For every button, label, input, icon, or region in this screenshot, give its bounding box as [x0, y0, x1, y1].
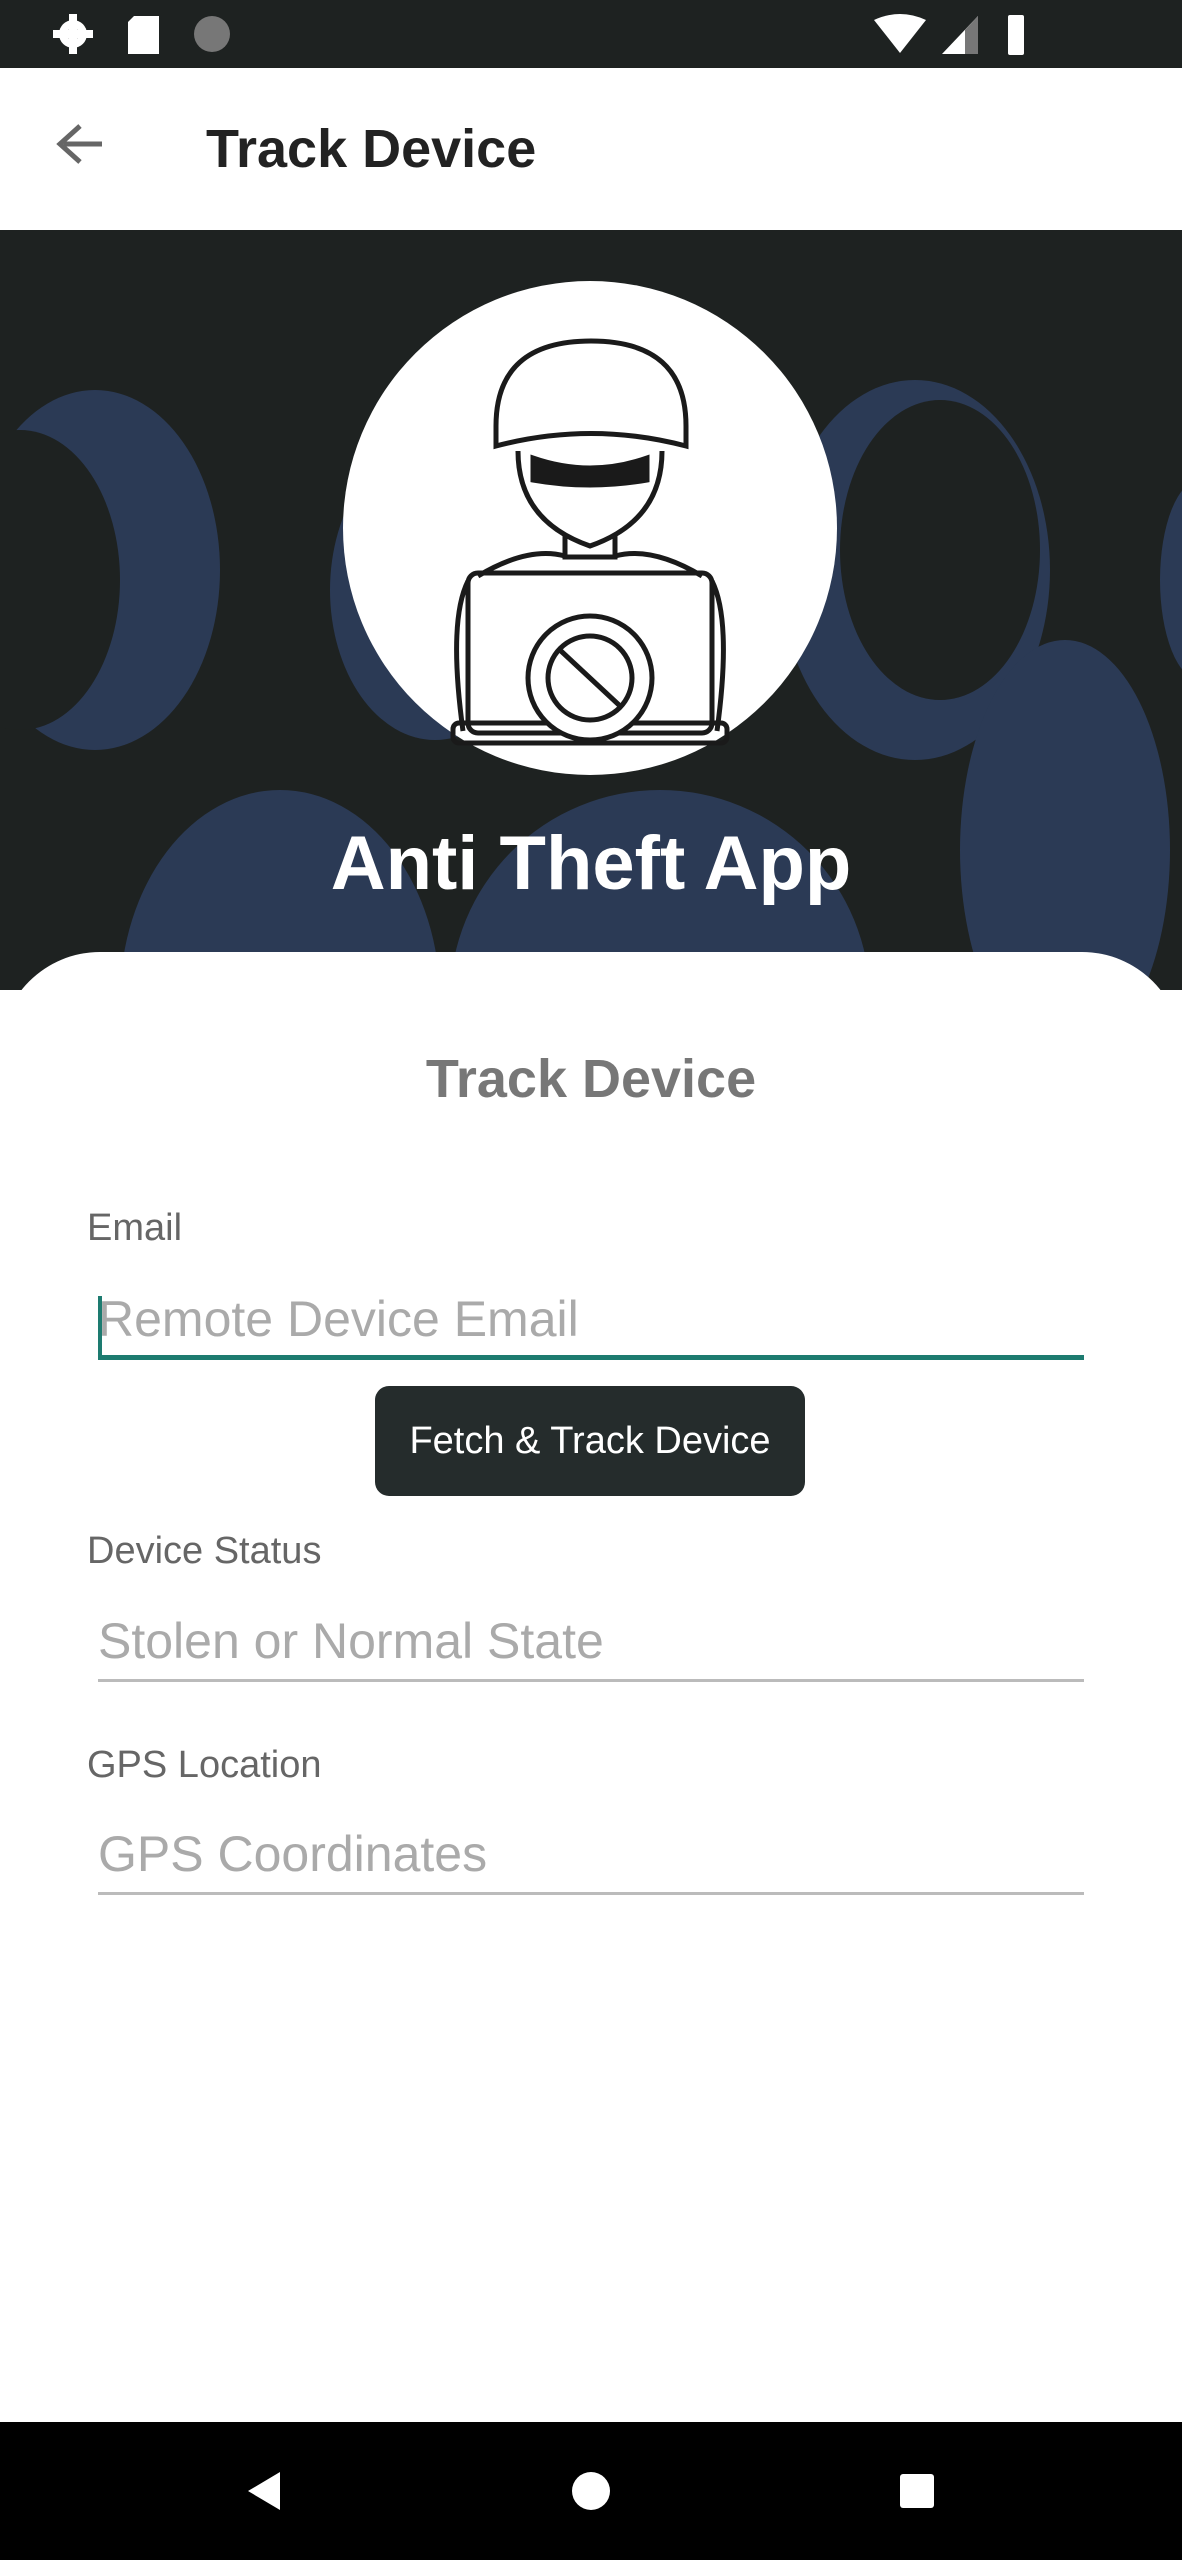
back-nav-icon[interactable]: [248, 2472, 280, 2510]
email-label: Email: [87, 1207, 183, 1249]
hero-title: Anti Theft App: [330, 821, 852, 906]
app-logo: [343, 281, 837, 775]
fetch-track-button[interactable]: Fetch & Track Device: [375, 1386, 805, 1496]
device-status-field[interactable]: Stolen or Normal State: [98, 1612, 1084, 1682]
gps-location-label: GPS Location: [87, 1744, 322, 1786]
track-form: Track Device Email Remote Device Email F…: [0, 952, 1182, 2422]
email-placeholder: Remote Device Email: [98, 1291, 579, 1347]
navigation-bar: [0, 2422, 1182, 2560]
form-title: Track Device: [425, 1049, 757, 1109]
gps-location-field[interactable]: GPS Coordinates: [98, 1825, 1084, 1895]
arrow-left-icon[interactable]: [50, 114, 114, 178]
gear-icon: [53, 14, 93, 54]
recents-nav-icon[interactable]: [900, 2474, 934, 2508]
battery-icon: [1008, 15, 1024, 55]
hacker-laptop-icon: [450, 338, 730, 746]
home-nav-icon[interactable]: [572, 2472, 610, 2510]
sync-icon: [194, 16, 230, 52]
email-input[interactable]: Remote Device Email: [98, 1290, 1084, 1360]
status-bar: [0, 0, 1182, 68]
text-caret: [98, 1296, 102, 1360]
page-title: Track Device: [206, 119, 537, 179]
hero-banner: Anti Theft App: [0, 230, 1182, 990]
wifi-icon: [874, 14, 926, 53]
sd-card-icon: [128, 16, 159, 54]
app-bar: Track Device: [0, 68, 1182, 230]
device-status-label: Device Status: [87, 1530, 322, 1572]
